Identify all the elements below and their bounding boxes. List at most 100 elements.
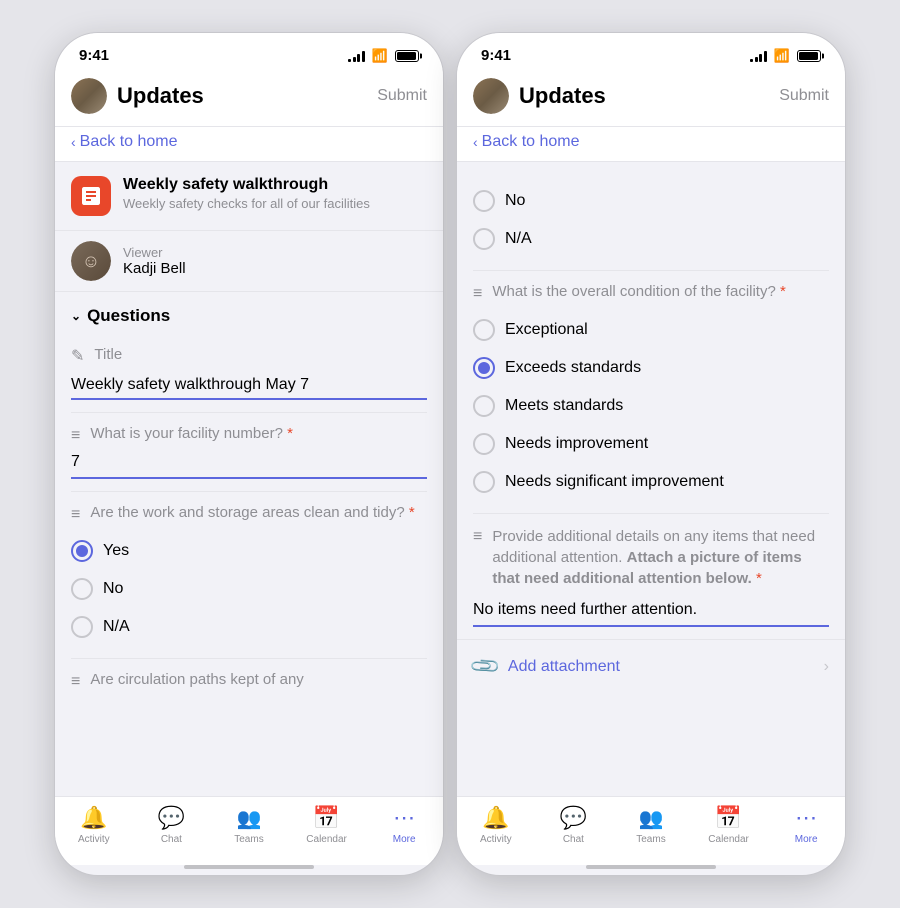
- home-indicator-left: [184, 865, 314, 869]
- tab-more-left[interactable]: ⋯ More: [374, 805, 434, 845]
- lines-icon-2: ≡: [71, 506, 80, 524]
- attachment-icon: 📎: [468, 649, 503, 684]
- back-link-left[interactable]: ‹ Back to home: [71, 133, 427, 151]
- q-label-title: Title: [94, 346, 122, 363]
- form-info-text: Weekly safety walkthrough Weekly safety …: [123, 176, 370, 211]
- questions-header[interactable]: ⌄ Questions: [71, 292, 427, 334]
- tab-label-calendar-right: Calendar: [708, 834, 749, 845]
- phone-left: 9:41 📶 Updates Submit ‹ Bac: [54, 32, 444, 876]
- question-facility-number: ≡ What is your facility number? * 7: [71, 413, 427, 492]
- radio-yes[interactable]: Yes: [71, 532, 427, 570]
- submit-button-left[interactable]: Submit: [377, 87, 427, 105]
- radio-circle-no: [71, 578, 93, 600]
- questions-chevron-icon: ⌄: [71, 309, 81, 323]
- q-label-clean: Are the work and storage areas clean and…: [90, 504, 414, 521]
- viewer-avatar-img: ☺: [71, 241, 111, 281]
- back-nav-left: ‹ Back to home: [55, 127, 443, 162]
- radio-needs-improvement[interactable]: Needs improvement: [473, 425, 829, 463]
- question-row-3: ≡ Are the work and storage areas clean a…: [71, 504, 427, 524]
- back-nav-right: ‹ Back to home: [457, 127, 845, 162]
- submit-button-right[interactable]: Submit: [779, 87, 829, 105]
- radio-label-yes: Yes: [103, 542, 129, 560]
- required-star-2: *: [409, 504, 415, 521]
- more-icon-left: ⋯: [393, 805, 415, 831]
- radio-exceeds[interactable]: Exceeds standards: [473, 349, 829, 387]
- back-chevron-icon-right: ‹: [473, 134, 478, 150]
- calendar-icon-right: 📅: [715, 805, 742, 831]
- status-icons-right: 📶: [750, 48, 821, 64]
- app-header-left: Updates Submit: [55, 68, 443, 127]
- add-attachment-row[interactable]: 📎 Add attachment ›: [457, 639, 845, 693]
- tab-chat-left[interactable]: 💬 Chat: [141, 805, 201, 845]
- radio-label-no: No: [103, 580, 123, 598]
- lines-icon-1: ≡: [71, 427, 80, 445]
- question-continuation: No N/A: [473, 162, 829, 271]
- radio-circle-na-cont: [473, 228, 495, 250]
- viewer-row: ☺ Viewer Kadji Bell: [55, 231, 443, 292]
- radio-na[interactable]: N/A: [71, 608, 427, 646]
- status-bar-left: 9:41 📶: [55, 33, 443, 68]
- tab-activity-left[interactable]: 🔔 Activity: [64, 805, 124, 845]
- tab-calendar-right[interactable]: 📅 Calendar: [699, 805, 759, 845]
- viewer-name: Kadji Bell: [123, 260, 186, 277]
- radio-circle-exceeds: [473, 357, 495, 379]
- question-row-2: ≡ What is your facility number? *: [71, 425, 427, 445]
- title-input[interactable]: [71, 372, 427, 400]
- radio-exceptional[interactable]: Exceptional: [473, 311, 829, 349]
- avatar: [71, 78, 107, 114]
- page-title-left: Updates: [117, 83, 204, 109]
- radio-options-condition: Exceptional Exceeds standards Meets stan…: [473, 311, 829, 501]
- phones-container: 9:41 📶 Updates Submit ‹ Bac: [54, 32, 846, 876]
- tab-more-right[interactable]: ⋯ More: [776, 805, 836, 845]
- radio-needs-significant[interactable]: Needs significant improvement: [473, 463, 829, 501]
- radio-label-exceptional: Exceptional: [505, 321, 588, 339]
- radio-meets[interactable]: Meets standards: [473, 387, 829, 425]
- tab-label-chat-left: Chat: [161, 834, 182, 845]
- calendar-icon-left: 📅: [313, 805, 340, 831]
- tab-chat-right[interactable]: 💬 Chat: [543, 805, 603, 845]
- tab-teams-right[interactable]: 👥 Teams: [621, 806, 681, 845]
- back-link-right[interactable]: ‹ Back to home: [473, 133, 829, 151]
- question-row-4: ≡ Are circulation paths kept of any: [71, 671, 427, 691]
- avatar-right: [473, 78, 509, 114]
- tab-bar-left: 🔔 Activity 💬 Chat 👥 Teams 📅 Calendar ⋯ M…: [55, 796, 443, 865]
- radio-label-meets: Meets standards: [505, 397, 623, 415]
- pencil-icon: ✎: [71, 346, 84, 366]
- status-time-right: 9:41: [481, 47, 511, 64]
- tab-label-activity-left: Activity: [78, 834, 110, 845]
- page-title-right: Updates: [519, 83, 606, 109]
- header-left: Updates: [71, 78, 204, 114]
- radio-circle-no-cont: [473, 190, 495, 212]
- form-description: Weekly safety checks for all of our faci…: [123, 196, 370, 211]
- tab-teams-left[interactable]: 👥 Teams: [219, 806, 279, 845]
- radio-na-cont[interactable]: N/A: [473, 220, 829, 258]
- tab-label-more-left: More: [393, 834, 416, 845]
- radio-circle-exceptional: [473, 319, 495, 341]
- attachment-label: Add attachment: [508, 658, 620, 676]
- radio-no-cont[interactable]: No: [473, 182, 829, 220]
- lines-icon-details: ≡: [473, 528, 482, 546]
- viewer-text: Viewer Kadji Bell: [123, 245, 186, 277]
- tab-calendar-left[interactable]: 📅 Calendar: [297, 805, 357, 845]
- wifi-icon: 📶: [372, 48, 388, 64]
- teams-icon-left: 👥: [237, 806, 262, 831]
- tab-label-more-right: More: [795, 834, 818, 845]
- required-star-condition: *: [780, 283, 786, 300]
- form-info-card: Weekly safety walkthrough Weekly safety …: [55, 162, 443, 231]
- chat-icon-right: 💬: [560, 805, 587, 831]
- tab-label-calendar-left: Calendar: [306, 834, 347, 845]
- required-star-1: *: [287, 425, 293, 442]
- question-row: ✎ Title: [71, 346, 427, 366]
- header-left-right: Updates: [473, 78, 606, 114]
- tab-activity-right[interactable]: 🔔 Activity: [466, 805, 526, 845]
- questions-section: ⌄ Questions ✎ Title ≡ What: [55, 292, 443, 709]
- radio-label-na-cont: N/A: [505, 230, 532, 248]
- question-title: ✎ Title: [71, 334, 427, 413]
- radio-no[interactable]: No: [71, 570, 427, 608]
- phone-right: 9:41 📶 Updates Submit ‹ Bac: [456, 32, 846, 876]
- question-overall-condition: ≡ What is the overall condition of the f…: [473, 271, 829, 514]
- chat-icon-left: 💬: [158, 805, 185, 831]
- attachment-chevron-icon: ›: [824, 658, 829, 676]
- bell-icon-right: 🔔: [482, 805, 509, 831]
- question-additional-details: ≡ Provide additional details on any item…: [473, 514, 829, 639]
